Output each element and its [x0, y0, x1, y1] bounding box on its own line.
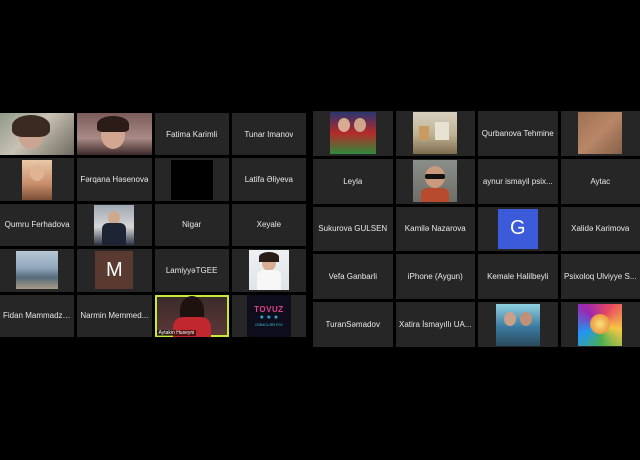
logo-stars-icon: ★ ★ ★ — [259, 314, 279, 321]
initial-avatar: G — [497, 208, 538, 249]
participant-name: Leyla — [343, 176, 363, 186]
participant-name-tile[interactable]: Latifa Əliyeva — [231, 158, 306, 201]
participant-name: LamiyyəTGEE — [165, 265, 218, 275]
participant-initial-tile[interactable]: M — [77, 249, 152, 292]
participant-name-tile[interactable]: Tunar Imanov — [231, 113, 306, 156]
participant-name: Latifa Əliyeva — [244, 175, 293, 185]
participant-name: TuranSəmadov — [325, 320, 380, 330]
participant-photo-tile[interactable] — [560, 302, 640, 347]
participant-photo — [578, 112, 623, 155]
participant-name: Xalidə Karimova — [571, 224, 630, 234]
participant-blank-tile[interactable] — [154, 158, 229, 201]
participant-name-tile[interactable]: Narmin Memmed... — [77, 294, 152, 337]
participant-name: Vefa Ganbarli — [328, 272, 377, 282]
participant-photo-tile[interactable] — [395, 158, 475, 204]
participant-photo — [16, 251, 59, 290]
participant-video-tile[interactable] — [77, 113, 152, 156]
participant-name-tile[interactable]: aynur ismayil psix... — [478, 158, 558, 204]
participant-name: aynur ismayil psix... — [482, 176, 553, 186]
participant-name: Fidan Mammadza... — [2, 311, 72, 321]
participant-name: Fatima Karimli — [166, 129, 218, 139]
participant-name-tile[interactable]: Xalidə Karimova — [560, 206, 640, 252]
participant-name: Aytac — [590, 176, 611, 186]
participant-photo-tile[interactable] — [77, 203, 152, 247]
participant-name-tile[interactable]: Qumru Ferhadova — [0, 203, 75, 247]
participant-hair — [97, 116, 130, 132]
right-gallery-grid: Qurbanova Tehmine Leyla aynur ismayil ps… — [313, 111, 640, 347]
participant-name-tile[interactable]: Kemale Halilbeyli — [478, 254, 558, 300]
active-speaker-name: Aytakin Huseyni — [156, 330, 197, 336]
participant-photo — [578, 303, 623, 346]
participant-photo-tile[interactable] — [395, 111, 475, 156]
participant-name-tile[interactable]: Vefa Ganbarli — [313, 254, 393, 300]
participant-name-tile[interactable]: TuranSəmadov — [313, 302, 393, 347]
participant-photo-tile[interactable] — [313, 111, 393, 156]
participant-photo-tile[interactable] — [560, 111, 640, 156]
participant-photo-tile[interactable] — [231, 249, 306, 292]
participant-name: Qumru Ferhadova — [4, 220, 70, 230]
initial-letter: G — [509, 217, 526, 240]
participant-photo — [22, 159, 53, 200]
participant-name-tile[interactable]: Fatima Karimli — [154, 113, 229, 156]
participant-name: Narmin Memmed... — [80, 311, 149, 321]
participant-name-tile[interactable]: Fidan Mammadza... — [0, 294, 75, 337]
participant-name-tile[interactable]: Nigar — [154, 203, 229, 247]
participant-photo-tile[interactable] — [0, 249, 75, 292]
participant-name-tile[interactable]: Fərqana Həsenova — [77, 158, 152, 201]
participant-name: Psixoloq Ulviyye S... — [564, 272, 637, 282]
participant-name: Xatira İsmayıllı UA... — [399, 320, 472, 330]
participant-photo-tile[interactable] — [0, 158, 75, 201]
participant-name-tile[interactable]: iPhone (Aygun) — [395, 254, 475, 300]
active-speaker-tile[interactable]: Aytakin Huseyni — [154, 294, 229, 337]
participant-name: iPhone (Aygun) — [407, 272, 463, 282]
participant-video-tile[interactable] — [0, 113, 75, 156]
initial-avatar: M — [95, 251, 134, 290]
participant-photo — [413, 112, 458, 155]
participant-photo — [329, 112, 376, 155]
participant-name: Nigar — [182, 220, 202, 230]
participant-name-tile[interactable]: Psixoloq Ulviyye S... — [560, 254, 640, 300]
organization-logo: TOVUZ ★ ★ ★ GƏNCLƏR EVİ — [246, 294, 291, 337]
participant-photo-tile[interactable] — [478, 302, 558, 347]
participant-photo — [495, 303, 540, 346]
left-gallery-grid: Fatima Karimli Tunar Imanov Fərqana Həse… — [0, 113, 306, 337]
participant-name: Kemale Halilbeyli — [487, 272, 549, 282]
participant-name-tile[interactable]: Leyla — [313, 158, 393, 204]
initial-letter: M — [106, 258, 123, 281]
participant-name: Sukurova GULSEN — [318, 224, 388, 234]
logo-title: TOVUZ — [254, 304, 284, 314]
participant-photo — [248, 250, 289, 291]
participant-logo-tile[interactable]: TOVUZ ★ ★ ★ GƏNCLƏR EVİ — [231, 294, 306, 337]
participant-hair — [12, 115, 50, 137]
participant-photo — [94, 204, 135, 245]
participant-name-tile[interactable]: Xeyale — [231, 203, 306, 247]
participant-name: Tunar Imanov — [244, 129, 294, 139]
participant-name-tile[interactable]: Aytac — [560, 158, 640, 204]
participant-name: Qurbanova Tehmine — [481, 128, 554, 138]
participant-name-tile[interactable]: Qurbanova Tehmine — [478, 111, 558, 156]
participant-photo — [413, 160, 458, 203]
participant-name-tile[interactable]: Xatira İsmayıllı UA... — [395, 302, 475, 347]
participant-initial-tile[interactable]: G — [478, 206, 558, 252]
participant-name: Fərqana Həsenova — [80, 175, 149, 185]
participant-name-tile[interactable]: Sukurova GULSEN — [313, 206, 393, 252]
black-video-frame — [170, 159, 213, 200]
logo-caption: GƏNCLƏR EVİ — [255, 321, 283, 327]
participant-name-tile[interactable]: LamiyyəTGEE — [154, 249, 229, 292]
participant-name: Xeyale — [256, 220, 282, 230]
participant-name: Kamilə Nazarova — [404, 224, 466, 234]
participant-name-tile[interactable]: Kamilə Nazarova — [395, 206, 475, 252]
